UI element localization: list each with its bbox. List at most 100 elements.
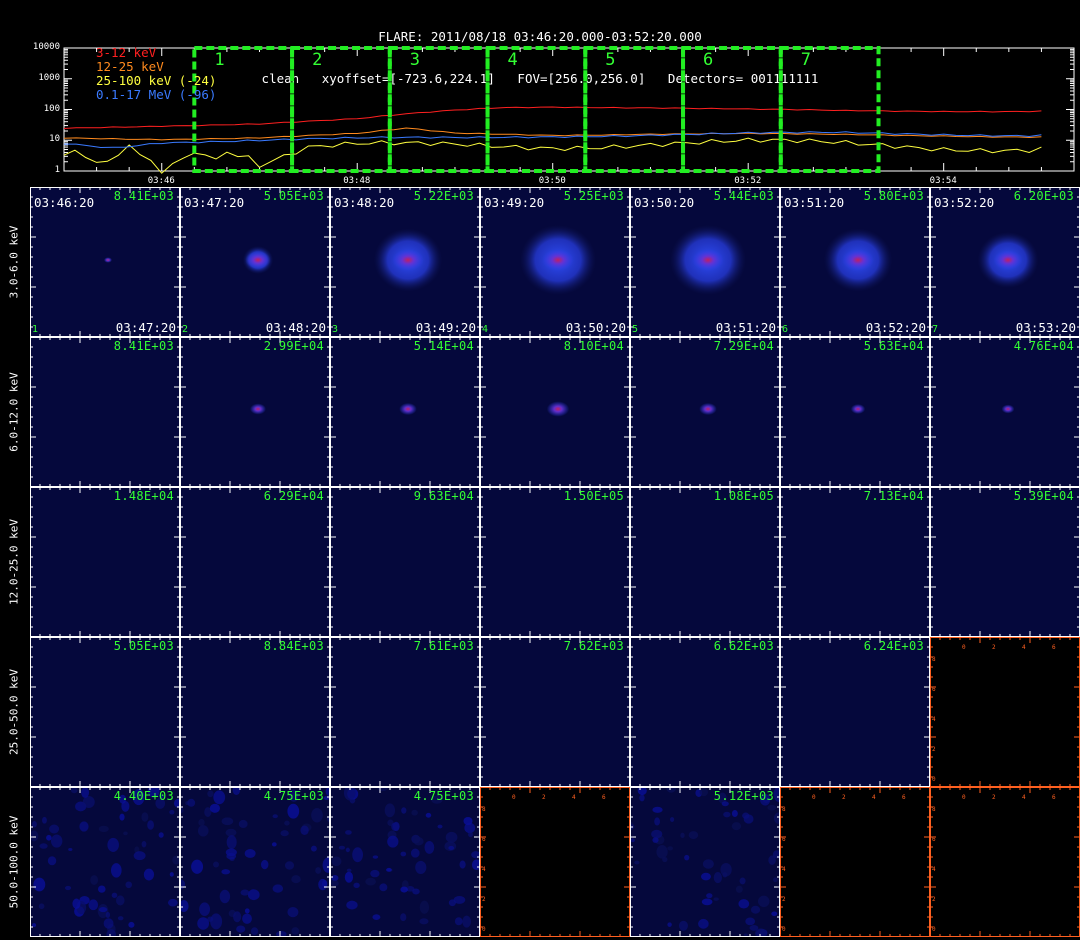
cell-interval-index: 5 xyxy=(632,324,639,335)
empty-axis-tick-label: 0 xyxy=(512,794,516,801)
empty-axis-tick-label: 6 xyxy=(602,794,606,801)
cell-frame xyxy=(30,337,180,487)
empty-axis-tick-label: 8 xyxy=(482,806,486,813)
image-cell: 4.75E+03 xyxy=(180,787,330,937)
cell-end-time: 03:51:20 xyxy=(715,320,776,335)
x-tick-label: 03:52 xyxy=(734,176,762,186)
empty-axis-tick-label: 4 xyxy=(932,866,936,873)
cell-frame xyxy=(630,487,780,637)
cell-frame xyxy=(780,337,930,487)
empty-axis-tick-label: 4 xyxy=(482,866,486,873)
cell-frame xyxy=(330,487,480,637)
cell-interval-index: 6 xyxy=(782,324,789,335)
image-cell: 8.41E+03 xyxy=(30,337,180,487)
cell-max-value: 5.39E+04 xyxy=(1013,489,1074,503)
cell-border xyxy=(780,487,930,637)
cell-border xyxy=(30,787,180,937)
empty-axis-tick-label: 4 xyxy=(932,716,936,723)
cell-max-value: 8.41E+03 xyxy=(113,189,174,203)
image-cell: 5.12E+03 xyxy=(630,787,780,937)
cell-max-value: 5.12E+03 xyxy=(713,789,774,803)
cell-max-value: 5.22E+03 xyxy=(413,189,474,203)
cell-start-time: 03:49:20 xyxy=(484,195,545,210)
cell-border xyxy=(480,337,630,487)
image-cell: 0022446688 xyxy=(930,787,1080,937)
cell-frame xyxy=(30,637,180,787)
image-cell: 7.62E+03 xyxy=(480,637,630,787)
empty-axis-tick-label: 2 xyxy=(992,644,996,651)
image-cell: 6.20E+03 03:52:20 03:53:20 7 xyxy=(930,187,1080,337)
image-cell: 1.50E+05 xyxy=(480,487,630,637)
cell-frame xyxy=(930,337,1080,487)
cell-max-value: 6.62E+03 xyxy=(713,639,774,653)
image-cell: 5.25E+03 03:49:20 03:50:20 4 xyxy=(480,187,630,337)
cell-max-value: 7.29E+04 xyxy=(713,339,774,353)
cell-start-time: 03:48:20 xyxy=(334,195,395,210)
empty-axis-tick-label: 0 xyxy=(812,794,816,801)
cell-max-value: 8.41E+03 xyxy=(113,339,174,353)
cell-frame xyxy=(780,637,930,787)
legend-entry-12-25: 12-25 keV xyxy=(96,59,164,74)
cell-max-value: 7.62E+03 xyxy=(563,639,624,653)
cell-border xyxy=(30,637,180,787)
cell-start-time: 03:52:20 xyxy=(934,195,995,210)
legend-entry-0.1-17mev: 0.1-17 MeV (-96) xyxy=(96,87,217,102)
time-interval-number: 5 xyxy=(605,50,616,70)
energy-band-text: 6.0-12.0 keV xyxy=(7,372,21,452)
empty-axis-labels: 0022446688 xyxy=(932,644,1056,783)
energy-band-text: 25.0-50.0 keV xyxy=(7,668,21,756)
cell-end-time: 03:48:20 xyxy=(265,320,326,335)
cell-border xyxy=(180,337,330,487)
image-cell: 2.99E+04 xyxy=(180,337,330,487)
cell-border xyxy=(480,487,630,637)
empty-axis-tick-label: 0 xyxy=(932,776,936,783)
cell-border xyxy=(630,337,780,487)
y-tick-label: 10000 xyxy=(32,42,60,52)
cell-border xyxy=(480,637,630,787)
time-interval-box xyxy=(485,46,588,173)
image-cell: 5.14E+04 xyxy=(330,337,480,487)
cell-start-time: 03:50:20 xyxy=(634,195,695,210)
empty-axis-labels: 0022446688 xyxy=(482,794,606,933)
time-interval-number: 4 xyxy=(507,50,518,70)
cell-border xyxy=(330,787,480,937)
legend-entry-25-100: 25-100 keV (-24) xyxy=(96,73,217,88)
time-interval-number: 3 xyxy=(409,50,421,70)
empty-axis-tick-label: 6 xyxy=(482,836,486,843)
cell-border xyxy=(780,337,930,487)
cell-border xyxy=(180,787,330,937)
image-cell: 1.08E+05 xyxy=(630,487,780,637)
cell-frame xyxy=(180,637,330,787)
cell-border xyxy=(30,487,180,637)
image-cell: 6.29E+04 xyxy=(180,487,330,637)
time-interval-number: 6 xyxy=(703,50,714,70)
cell-frame xyxy=(180,787,330,937)
image-cell: 5.22E+03 03:48:20 03:49:20 3 xyxy=(330,187,480,337)
cell-end-time: 03:50:20 xyxy=(565,320,626,335)
empty-axis-tick-label: 0 xyxy=(482,926,486,933)
image-cell: 5.63E+04 xyxy=(780,337,930,487)
cell-frame xyxy=(630,337,780,487)
cell-end-time: 03:52:20 xyxy=(865,320,926,335)
empty-axis-tick-label: 8 xyxy=(932,656,936,663)
empty-axis-labels: 0022446688 xyxy=(782,794,906,933)
image-cell: 7.61E+03 xyxy=(330,637,480,787)
energy-band-text: 3.0-6.0 keV xyxy=(7,225,21,299)
empty-axis-tick-label: 2 xyxy=(932,746,936,753)
cell-max-value: 5.80E+03 xyxy=(863,189,924,203)
image-cell: 8.10E+04 xyxy=(480,337,630,487)
cell-border xyxy=(630,637,780,787)
empty-axis-tick-label: 6 xyxy=(932,836,936,843)
cell-max-value: 9.63E+04 xyxy=(413,489,474,503)
cell-frame xyxy=(630,787,780,937)
cell-frame: 0022446688 xyxy=(930,637,1080,787)
cell-end-time: 03:53:20 xyxy=(1015,320,1076,335)
image-cell: 7.13E+04 xyxy=(780,487,930,637)
x-tick-label: 03:48 xyxy=(343,176,371,186)
cell-frame xyxy=(480,337,630,487)
image-cell: 5.39E+04 xyxy=(930,487,1080,637)
image-cell: 0022446688 xyxy=(480,787,630,937)
image-cell: 1.48E+04 xyxy=(30,487,180,637)
cell-end-time: 03:47:20 xyxy=(115,320,176,335)
cell-frame xyxy=(30,787,180,937)
